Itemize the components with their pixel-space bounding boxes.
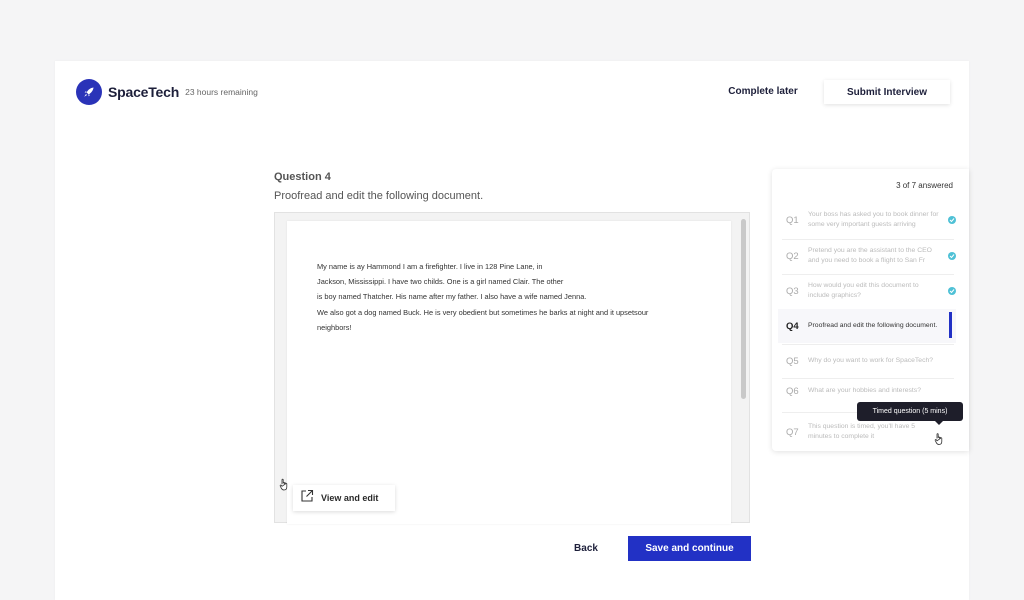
document-line: My name is ay Hammond I am a firefighter…	[317, 262, 543, 271]
back-button[interactable]: Back	[564, 540, 608, 556]
question-nav-item-q3[interactable]: Q3 How would you edit this document to i…	[778, 274, 956, 308]
timed-question-tooltip: Timed question (5 mins)	[857, 402, 963, 421]
question-preview: This question is timed, you'll have 5 mi…	[808, 423, 916, 440]
check-icon	[948, 216, 956, 224]
complete-later-button[interactable]: Complete later	[716, 84, 810, 100]
view-and-edit-label: View and edit	[321, 493, 379, 503]
question-number: Q7	[786, 426, 799, 438]
question-number: Q5	[786, 355, 799, 367]
rocket-logo-icon	[76, 79, 102, 105]
document-line: We also got a dog named Buck. He is very…	[317, 307, 649, 317]
question-preview: How would you edit this document to incl…	[808, 282, 919, 299]
question-instruction: Proofread and edit the following documen…	[274, 190, 484, 202]
save-and-continue-button[interactable]: Save and continue	[628, 536, 751, 561]
external-link-icon	[300, 489, 314, 508]
time-remaining: 23 hours remaining	[185, 87, 258, 97]
document-line: is boy named Thatcher. His name after my…	[317, 292, 587, 302]
check-icon	[948, 287, 956, 295]
question-number: Q6	[786, 385, 799, 397]
question-number: Q3	[786, 285, 799, 297]
document-text: My name is ay Hammond I am a firefighter…	[317, 259, 717, 335]
view-and-edit-button[interactable]: View and edit	[293, 485, 395, 511]
question-number: Q4	[786, 320, 799, 332]
document-line: Jackson, Mississippi. I have two childs.…	[317, 277, 564, 287]
question-nav-item-q5[interactable]: Q5 Why do you want to work for SpaceTech…	[778, 344, 956, 378]
document-line: neighbors!	[317, 322, 352, 332]
question-nav-item-q1[interactable]: Q1 Your boss has asked you to book dinne…	[778, 203, 956, 237]
document-scrollbar[interactable]	[741, 219, 746, 399]
check-icon	[948, 252, 956, 260]
question-number: Q2	[786, 250, 799, 262]
question-nav-item-q2[interactable]: Q2 Pretend you are the assistant to the …	[778, 239, 956, 273]
question-number: Q1	[786, 214, 799, 226]
question-nav-item-q4[interactable]: Q4 Proofread and edit the following docu…	[778, 309, 956, 343]
active-indicator	[949, 312, 952, 338]
document-page: My name is ay Hammond I am a firefighter…	[287, 221, 731, 524]
tooltip-arrow	[935, 421, 943, 425]
question-preview: Your boss has asked you to book dinner f…	[808, 211, 939, 228]
question-preview: Why do you want to work for SpaceTech?	[808, 357, 934, 364]
question-title: Question 4	[274, 171, 331, 183]
submit-interview-button[interactable]: Submit Interview	[824, 80, 950, 104]
question-preview: What are your hobbies and interests?	[808, 387, 921, 394]
question-preview: Proofread and edit the following documen…	[808, 322, 938, 329]
question-preview: Pretend you are the assistant to the CEO…	[808, 247, 932, 264]
document-viewer[interactable]: My name is ay Hammond I am a firefighter…	[274, 212, 750, 524]
brand-name: SpaceTech	[108, 84, 180, 100]
answered-count: 3 of 7 answered	[896, 181, 953, 190]
hand-cursor-icon	[934, 432, 945, 451]
hand-cursor-icon	[279, 478, 290, 496]
brand: SpaceTech 23 hours remaining	[76, 79, 258, 105]
